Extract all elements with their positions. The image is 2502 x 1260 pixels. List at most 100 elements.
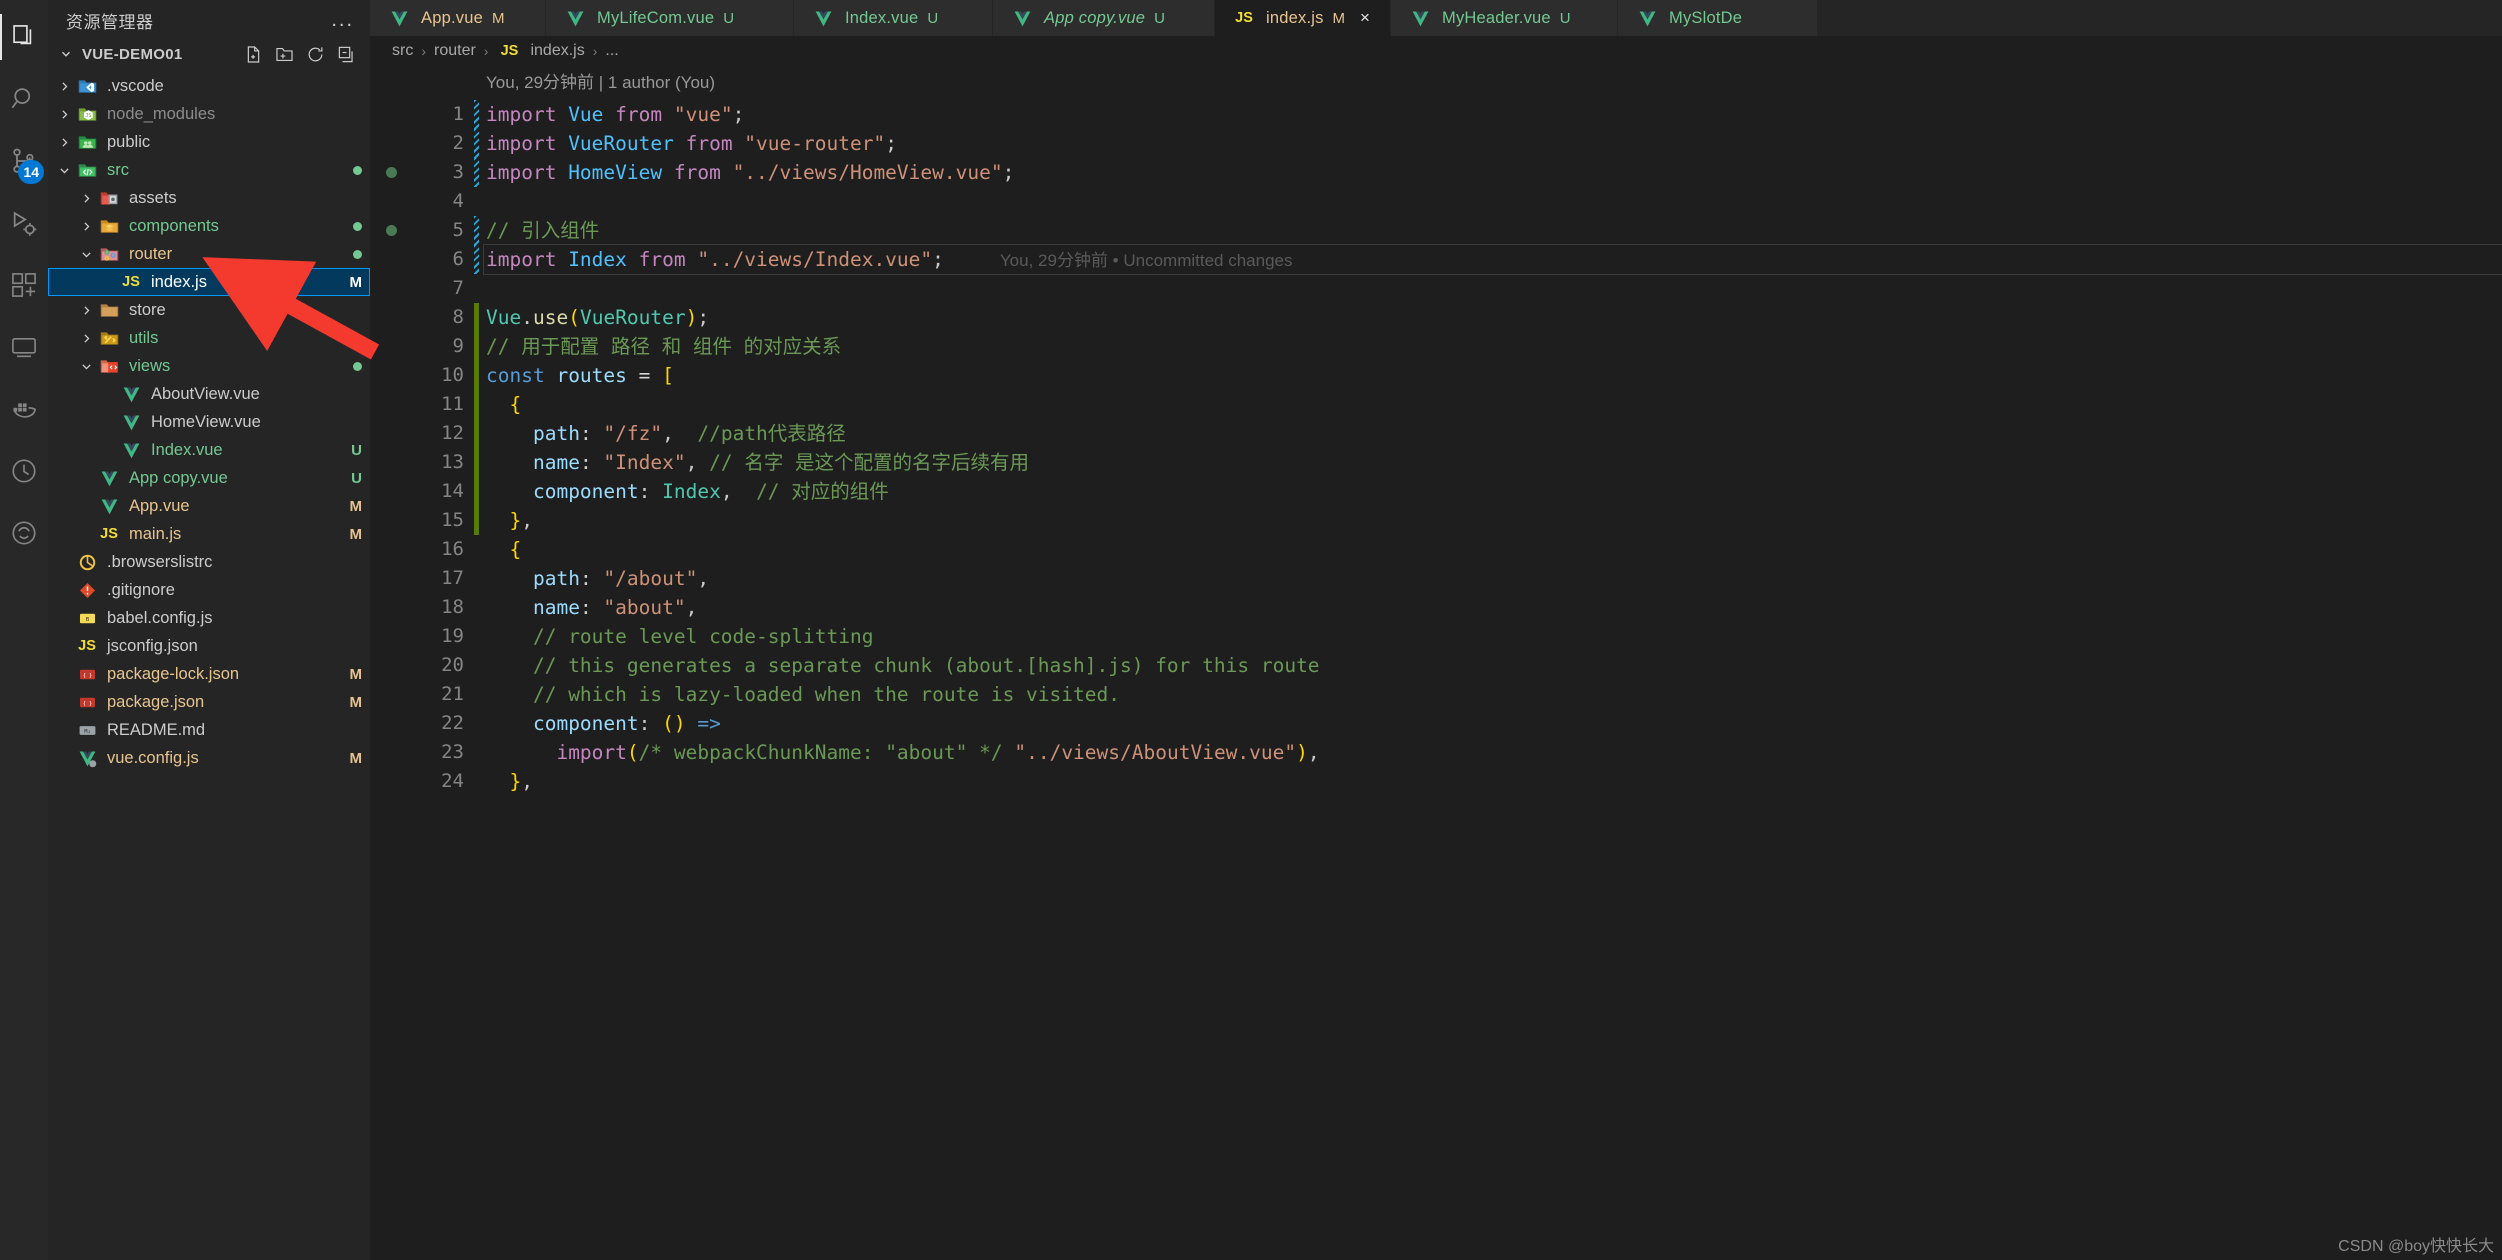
tree-file-item[interactable]: JS index.js M [48,268,370,296]
chevron-right-icon[interactable] [76,192,96,205]
breakpoint-hint-dot[interactable] [386,225,397,236]
breakpoint-hint-dot[interactable] [386,167,397,178]
tree-item-label: HomeView.vue [151,412,261,431]
code-line[interactable]: // which is lazy-loaded when the route i… [484,680,2502,709]
tree-file-item[interactable]: AboutView.vue [48,380,370,408]
code-line[interactable]: path: "/fz", //path代表路径 [484,419,2502,448]
new-folder-icon[interactable] [275,45,294,64]
activitybar-run-and-debug[interactable] [0,192,48,254]
code-content[interactable]: You, 29分钟前 | 1 author (You) import Vue f… [483,66,2502,1260]
tree-file-item[interactable]: Index.vue U [48,436,370,464]
tree-folder-item[interactable]: .vscode [48,72,370,100]
tree-file-item[interactable]: Bbabel.config.js [48,604,370,632]
tree-file-item[interactable]: HomeView.vue [48,408,370,436]
code-line[interactable] [484,187,2502,216]
tree-folder-item[interactable]: store [48,296,370,324]
tree-item-label: babel.config.js [107,608,213,627]
tree-file-item[interactable]: .gitignore [48,576,370,604]
new-file-icon[interactable] [244,45,263,64]
code-line[interactable]: // 引入组件 [484,216,2502,245]
sidebar-more-actions-button[interactable]: ... [331,9,360,32]
tree-folder-item[interactable]: utils [48,324,370,352]
tree-folder-item[interactable]: router [48,240,370,268]
editor-tab[interactable]: App copy.vue U [993,0,1215,36]
svg-text:{ }: { } [82,700,91,706]
line-number: 2 [452,132,464,154]
file-tree[interactable]: .vscode JS node_modules public src assets comp… [48,70,370,772]
editor-tab[interactable]: Index.vue U [794,0,993,36]
tree-file-item[interactable]: vue.config.js M [48,744,370,772]
explorer-section-header[interactable]: VUE-DEMO01 [48,38,370,70]
tree-file-item[interactable]: App copy.vue U [48,464,370,492]
breadcrumb-item[interactable]: ... [605,42,618,60]
collapse-all-icon[interactable] [337,45,356,64]
breadcrumb-item[interactable]: router [434,42,476,60]
activitybar-extensions[interactable] [0,254,48,316]
code-line[interactable]: import VueRouter from "vue-router"; [484,129,2502,158]
code-line[interactable]: Vue.use(VueRouter); [484,303,2502,332]
code-editor[interactable]: 1 2 3 4 5 6 7 8 9 10 11 12 13 14 15 16 17 18 19 20 21 22 23 24 … [370,66,2502,1260]
chevron-right-icon[interactable] [76,304,96,317]
activitybar-copilot[interactable] [0,502,48,564]
tree-file-item[interactable]: JS jsconfig.json [48,632,370,660]
activitybar-testing[interactable] [0,440,48,502]
chevron-down-icon[interactable] [56,47,76,61]
tree-file-item[interactable]: { } package.json M [48,688,370,716]
chevron-right-icon[interactable] [76,332,96,345]
code-line[interactable]: }, [484,506,2502,535]
code-line[interactable]: path: "/about", [484,564,2502,593]
activitybar-remote-explorer[interactable] [0,316,48,378]
activitybar-search[interactable] [0,68,48,130]
code-line[interactable]: import Vue from "vue"; [484,100,2502,129]
code-line[interactable]: import HomeView from "../views/HomeView.… [484,158,2502,187]
git-status-badge: M [349,497,363,515]
tree-folder-item[interactable]: assets [48,184,370,212]
breadcrumb-item[interactable]: index.js [530,42,584,60]
editor-tab[interactable]: MyLifeCom.vue U [546,0,794,36]
code-line[interactable]: name: "Index", // 名字 是这个配置的名字后续有用 [484,448,2502,477]
code-line[interactable]: { [484,535,2502,564]
editor-tab[interactable]: MyHeader.vue U [1391,0,1618,36]
activitybar-source-control[interactable]: 14 [0,130,48,192]
code-line[interactable]: // route level code-splitting [484,622,2502,651]
editor-tab-bar[interactable]: App.vue M MyLifeCom.vue U Index.vue U App copy… [370,0,2502,36]
refresh-icon[interactable] [306,45,325,64]
activitybar-explorer[interactable] [0,6,48,68]
chevron-down-icon[interactable] [54,164,74,177]
chevron-down-icon[interactable] [76,360,96,373]
chevron-down-icon[interactable] [76,248,96,261]
editor-tab[interactable]: MySlotDe [1618,0,1818,36]
chevron-right-icon[interactable] [76,220,96,233]
tree-file-item[interactable]: M↓ README.md [48,716,370,744]
chevron-right-icon[interactable] [54,108,74,121]
editor-tab[interactable]: App.vue M [370,0,546,36]
code-line[interactable]: import(/* webpackChunkName: "about" */ "… [484,738,2502,767]
activitybar-docker[interactable] [0,378,48,440]
chevron-right-icon[interactable] [54,136,74,149]
breadcrumb-item[interactable]: src [392,42,413,60]
breadcrumb[interactable]: src › router › JS index.js ›... [370,36,2502,66]
tree-item-label: AboutView.vue [151,384,260,403]
tree-file-item[interactable]: { } package-lock.json M [48,660,370,688]
tree-folder-item[interactable]: JS node_modules [48,100,370,128]
tree-folder-item[interactable]: public [48,128,370,156]
tree-file-item[interactable]: .browserslistrc [48,548,370,576]
code-line[interactable]: }, [484,767,2502,796]
code-line[interactable]: import Index from "../views/Index.vue"; Y… [483,244,2502,275]
tree-folder-item[interactable]: src [48,156,370,184]
code-line[interactable]: component: () => [484,709,2502,738]
tree-folder-item[interactable]: views [48,352,370,380]
code-line[interactable] [484,274,2502,303]
code-line[interactable]: component: Index, // 对应的组件 [484,477,2502,506]
code-line[interactable]: { [484,390,2502,419]
close-icon[interactable]: × [1354,8,1370,28]
tree-folder-item[interactable]: components [48,212,370,240]
tree-file-item[interactable]: App.vue M [48,492,370,520]
editor-tab[interactable]: JS index.js M × [1215,0,1391,36]
chevron-right-icon[interactable] [54,80,74,93]
code-line[interactable]: name: "about", [484,593,2502,622]
code-line[interactable]: // 用于配置 路径 和 组件 的对应关系 [484,332,2502,361]
code-line[interactable]: // this generates a separate chunk (abou… [484,651,2502,680]
code-line[interactable]: const routes = [ [484,361,2502,390]
tree-file-item[interactable]: JS main.js M [48,520,370,548]
